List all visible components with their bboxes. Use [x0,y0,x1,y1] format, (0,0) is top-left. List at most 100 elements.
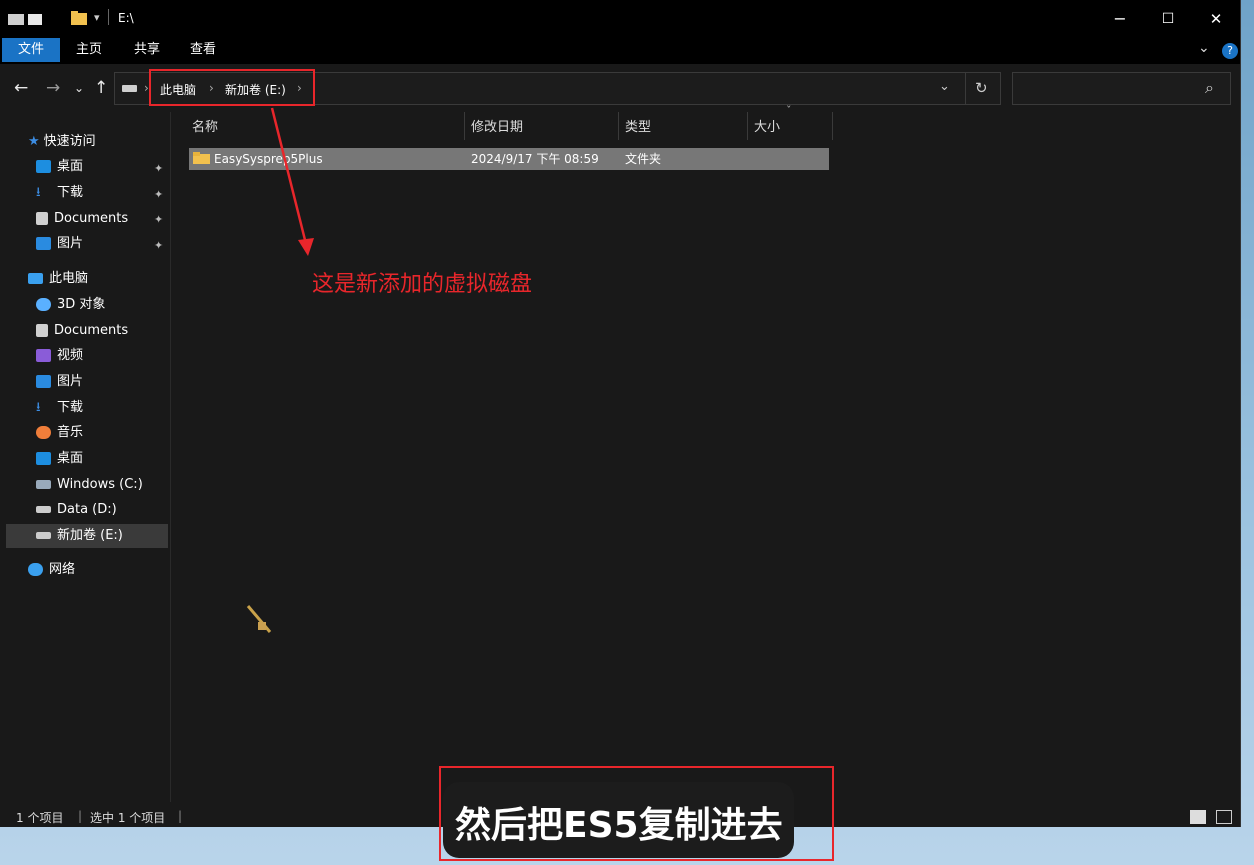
annotation-subtitle-box [439,766,834,861]
pin-icon[interactable]: ✦ [154,239,163,252]
nav-item-drive-c[interactable]: Windows (C:) [36,473,143,497]
tab-home[interactable]: 主页 [66,38,112,62]
star-icon: ★ [28,134,40,149]
music-icon [36,426,51,439]
nav-label: 网络 [49,562,76,577]
nav-quick-access[interactable]: ★ 快速访问 [28,130,96,154]
customize-toolbar-chevron[interactable]: ▾ [94,11,100,24]
nav-label: 视频 [57,348,84,363]
document-icon [36,212,48,225]
close-button[interactable]: ✕ [1196,6,1236,32]
minimize-button[interactable]: − [1100,6,1140,32]
tab-view[interactable]: 查看 [180,38,226,62]
column-divider[interactable] [464,112,465,140]
nav-label: 快速访问 [43,134,96,149]
nav-label: 音乐 [57,425,84,440]
windows-drive-icon [36,480,51,489]
nav-item-pictures-pc[interactable]: 图片 [36,370,83,394]
drive-icon [36,506,51,513]
quick-access-toolbar-icon[interactable] [6,8,50,28]
ribbon-expand-icon[interactable]: ⌄ [1198,40,1210,56]
desktop-icon [36,160,51,173]
nav-item-desktop[interactable]: 桌面 [36,155,83,179]
annotation-arrow [270,107,314,256]
nav-label: 3D 对象 [57,297,106,312]
maximize-button[interactable]: ☐ [1148,6,1188,32]
help-icon[interactable]: ? [1222,43,1238,59]
nav-item-music[interactable]: 音乐 [36,421,83,445]
file-explorer-window: ▾ E:\ − ☐ ✕ 文件 主页 共享 查看 ⌄ ? ← → ⌄ ↑ › 此电… [0,0,1241,827]
up-arrow-icon[interactable]: ↑ [94,78,108,98]
download-icon: ⭳ [36,400,41,415]
nav-label: Data (D:) [57,502,117,517]
title-bar: ▾ E:\ − ☐ ✕ [0,0,1240,38]
search-box[interactable]: ⌕ [1012,72,1231,105]
column-header-name[interactable]: 名称 [192,116,218,140]
search-icon[interactable]: ⌕ [1205,78,1214,98]
folder-icon [71,11,87,25]
video-icon [36,349,51,362]
title-divider [108,9,109,25]
nav-label: Documents [54,323,129,338]
window-title: E:\ [118,11,134,25]
nav-label: Windows (C:) [57,477,143,492]
nav-label: Documents [54,211,129,226]
address-dropdown-icon[interactable]: ⌄ [939,79,950,94]
picture-icon [36,237,51,250]
tiles-view-icon[interactable] [1216,810,1232,824]
column-divider[interactable] [832,112,833,140]
drive-icon [122,85,137,92]
ribbon-tabs: 文件 主页 共享 查看 ⌄ ? [0,38,1240,64]
cube-icon [36,298,51,311]
nav-this-pc[interactable]: 此电脑 [28,267,88,291]
desktop-icon [36,452,51,465]
download-icon: ⭳ [36,185,41,200]
column-header-size[interactable]: 大小 [754,116,780,140]
nav-item-videos[interactable]: 视频 [36,344,83,368]
nav-network[interactable]: 网络 [28,558,75,582]
nav-item-3d-objects[interactable]: 3D 对象 [36,293,105,317]
nav-label: 桌面 [57,451,84,466]
status-separator: | [78,809,83,823]
column-header-date[interactable]: 修改日期 [471,116,523,140]
tab-share[interactable]: 共享 [124,38,170,62]
column-divider[interactable] [747,112,748,140]
sort-chevron-icon: ˇ [786,104,792,117]
nav-label: 下载 [57,400,84,415]
navigation-pane: ★ 快速访问 桌面 ⭳ 下载 Documents 图片 ✦ ✦ ✦ ✦ 此电脑 3D… [0,112,171,802]
annotation-callout: 这是新添加的虚拟磁盘 [312,272,533,297]
status-separator: | [178,809,183,823]
nav-item-downloads-pc[interactable]: ⭳ 下载 [36,396,83,420]
nav-item-documents-pc[interactable]: Documents [36,319,128,343]
nav-item-desktop-pc[interactable]: 桌面 [36,447,83,471]
nav-label: 下载 [57,185,84,200]
folder-icon [193,152,210,164]
column-header-type[interactable]: 类型 [625,116,651,140]
nav-item-downloads[interactable]: ⭳ 下载 [36,181,83,205]
picture-icon [36,375,51,388]
file-type: 文件夹 [625,152,662,166]
nav-item-pictures[interactable]: 图片 [36,232,83,256]
nav-item-drive-e[interactable]: 新加卷 (E:) [6,524,168,548]
recent-locations-chevron-icon[interactable]: ⌄ [74,78,84,98]
nav-item-drive-d[interactable]: Data (D:) [36,498,117,522]
pin-icon[interactable]: ✦ [154,188,163,201]
refresh-icon[interactable]: ↻ [975,79,988,97]
nav-label: 图片 [57,374,84,389]
pin-icon[interactable]: ✦ [154,213,163,226]
tab-file[interactable]: 文件 [2,38,60,62]
forward-arrow-icon[interactable]: → [46,78,60,98]
selected-count: 选中 1 个项目 [90,811,166,825]
nav-item-documents[interactable]: Documents [36,207,128,231]
drive-icon [36,532,51,539]
nav-label: 新加卷 (E:) [57,528,123,543]
column-divider[interactable] [618,112,619,140]
pin-icon[interactable]: ✦ [154,162,163,175]
move-cursor-icon [246,605,272,633]
address-divider [965,73,966,104]
back-arrow-icon[interactable]: ← [14,78,28,98]
computer-icon [28,273,43,284]
details-view-icon[interactable] [1190,810,1206,824]
file-date: 2024/9/17 下午 08:59 [471,152,599,166]
nav-label: 桌面 [57,159,84,174]
